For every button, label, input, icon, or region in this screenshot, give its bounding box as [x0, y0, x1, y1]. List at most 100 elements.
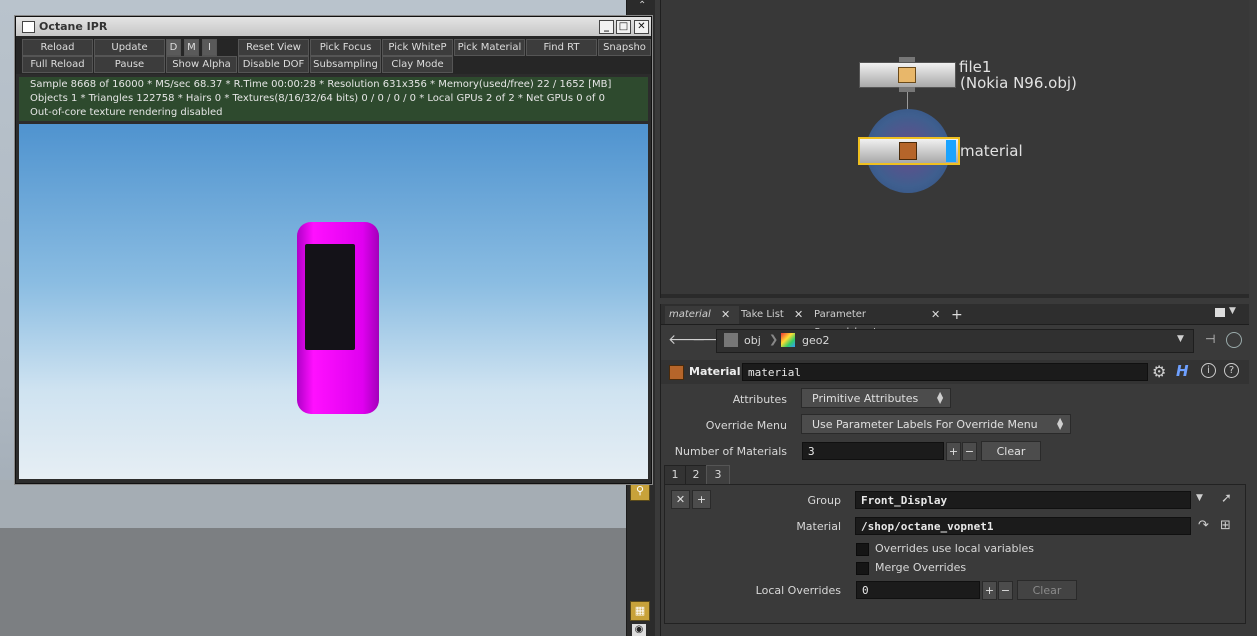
chevron-updown-icon: ▲ ▼ — [937, 390, 944, 405]
close-tab-icon[interactable]: ✕ — [721, 306, 730, 324]
close-tab-icon[interactable]: ✕ — [794, 306, 803, 324]
material-tab-2[interactable]: 2 — [685, 465, 707, 485]
tab-take-list[interactable]: Take List — [740, 306, 801, 324]
window-app-icon — [22, 21, 35, 33]
group-label: Group — [807, 494, 842, 507]
group-input[interactable]: Front_Display — [855, 491, 1191, 509]
disable-dof-button[interactable]: Disable DOF — [238, 56, 309, 73]
close-icon[interactable]: ✕ — [634, 20, 649, 34]
node-file1[interactable] — [859, 62, 956, 88]
attributes-label: Attributes — [732, 393, 787, 406]
material-path-input[interactable]: /shop/octane_vopnet1 — [855, 517, 1191, 535]
node-material[interactable] — [858, 137, 960, 165]
material-icon — [899, 142, 917, 160]
node-file1-subtitle: (Nokia N96.obj) — [960, 74, 1077, 92]
jump-to-operator-icon[interactable]: ↷ — [1198, 518, 1209, 533]
grid-layout-icon[interactable]: ▦ — [630, 601, 650, 621]
pick-whitepoint-button[interactable]: Pick WhiteP — [382, 39, 453, 56]
overrides-local-checkbox[interactable] — [856, 543, 869, 556]
reload-button[interactable]: Reload — [22, 39, 93, 56]
ipr-title-bar[interactable]: Octane IPR _ □ ✕ — [16, 17, 651, 36]
update-button[interactable]: Update — [94, 39, 165, 56]
find-rt-button[interactable]: Find RT — [526, 39, 597, 56]
render-statistics: Sample 8668 of 16000 * MS/sec 68.37 * R.… — [19, 77, 648, 121]
ipr-toolbar: Reload Update D M I Reset View Pick Focu… — [16, 36, 651, 74]
operator-chooser-icon[interactable]: ⊞ — [1220, 518, 1231, 533]
pick-material-button[interactable]: Pick Material — [454, 39, 525, 56]
pin-pane-icon[interactable]: ⊣ — [1205, 332, 1215, 346]
path-separator: ❯ — [769, 333, 779, 346]
viewport-ground — [0, 528, 626, 636]
ipr-title: Octane IPR — [39, 20, 108, 33]
add-material-button[interactable]: + — [946, 442, 961, 461]
reset-view-button[interactable]: Reset View — [238, 39, 309, 56]
pause-button[interactable]: Pause — [94, 56, 165, 73]
node-output-connector[interactable] — [899, 87, 915, 92]
path-obj[interactable]: obj — [744, 334, 761, 347]
material-tab-3[interactable]: 3 — [706, 465, 730, 485]
node-material-label: material — [960, 142, 1023, 160]
gear-icon[interactable]: ⚙ — [1152, 362, 1166, 381]
phone-screen — [305, 244, 355, 350]
material-node-icon[interactable] — [669, 365, 684, 380]
add-override-button[interactable]: + — [982, 581, 997, 600]
material-label: Material — [796, 520, 841, 533]
d-toggle-button[interactable]: D — [166, 39, 181, 56]
scroll-up-icon[interactable]: ⌃ — [638, 0, 646, 11]
show-alpha-button[interactable]: Show Alpha — [166, 56, 237, 73]
material-instance-panel: ✕ + Group Front_Display ▼ ➚ Material /sh… — [664, 484, 1246, 624]
pick-focus-button[interactable]: Pick Focus — [310, 39, 381, 56]
link-pane-icon[interactable] — [1226, 332, 1242, 348]
merge-overrides-checkbox[interactable] — [856, 562, 869, 575]
pane-splitter[interactable] — [661, 294, 1249, 298]
path-geo2[interactable]: geo2 — [802, 334, 829, 347]
rendered-phone-model — [297, 222, 379, 414]
override-menu-select[interactable]: Use Parameter Labels For Override Menu — [801, 414, 1071, 434]
help-icon[interactable]: ? — [1224, 363, 1239, 378]
clear-materials-button[interactable]: Clear — [981, 441, 1041, 461]
clear-overrides-button[interactable]: Clear — [1017, 580, 1077, 600]
eye-icon[interactable]: ◉ — [632, 624, 646, 636]
local-overrides-input[interactable]: 0 — [856, 581, 980, 599]
node-header: Material material ⚙ H i ? — [661, 360, 1249, 384]
parameter-pane: material ✕ Take List ✕ Parameter Spreads… — [660, 304, 1249, 636]
subsampling-button[interactable]: Subsampling — [310, 56, 381, 73]
status-line: Objects 1 * Triangles 122758 * Hairs 0 *… — [30, 93, 605, 104]
path-dropdown-icon[interactable]: ▼ — [1177, 334, 1184, 344]
node-input-connector[interactable] — [899, 57, 915, 62]
material-tab-1[interactable]: 1 — [664, 465, 686, 485]
node-name-input[interactable]: material — [742, 363, 1148, 381]
geo-node-icon — [781, 333, 795, 347]
maximize-icon[interactable]: □ — [616, 20, 631, 34]
folder-icon — [898, 67, 916, 83]
attributes-select[interactable]: Primitive Attributes — [801, 388, 951, 408]
status-line: Out-of-core texture rendering disabled — [30, 107, 223, 118]
add-tab-icon[interactable]: + — [951, 306, 963, 324]
path-bar[interactable]: obj ❯ geo2 ▼ — [716, 329, 1194, 353]
select-pointer-icon[interactable]: ➚ — [1221, 491, 1232, 506]
houdini-help-icon[interactable]: H — [1176, 362, 1189, 380]
full-reload-button[interactable]: Full Reload — [22, 56, 93, 73]
render-view[interactable] — [19, 124, 648, 479]
tab-parameter-spreadsheet[interactable]: Parameter Spreadsheet — [814, 306, 929, 338]
num-materials-label: Number of Materials — [674, 445, 787, 458]
pane-layout-icon[interactable] — [1215, 308, 1225, 317]
close-tab-icon[interactable]: ✕ — [931, 306, 940, 324]
pane-menu-icon[interactable]: ▼ — [1229, 306, 1236, 316]
info-icon[interactable]: i — [1201, 363, 1216, 378]
clay-mode-button[interactable]: Clay Mode — [382, 56, 453, 73]
status-line: Sample 8668 of 16000 * MS/sec 68.37 * R.… — [30, 79, 612, 90]
remove-material-button[interactable]: − — [962, 442, 977, 461]
display-flag[interactable] — [946, 140, 956, 162]
remove-override-button[interactable]: − — [998, 581, 1013, 600]
m-toggle-button[interactable]: M — [184, 39, 199, 56]
num-materials-input[interactable]: 3 — [802, 442, 944, 460]
pin-icon[interactable]: ⚲ — [630, 481, 650, 501]
i-toggle-button[interactable]: I — [202, 39, 217, 56]
minimize-icon[interactable]: _ — [599, 20, 614, 34]
network-editor[interactable]: file1 (Nokia N96.obj) material — [660, 0, 1249, 298]
overrides-local-label: Overrides use local variables — [875, 542, 1035, 555]
octane-ipr-window: Octane IPR _ □ ✕ Reload Update D M I Res… — [15, 16, 652, 484]
snapshot-button[interactable]: Snapsho — [598, 39, 651, 56]
group-dropdown-icon[interactable]: ▼ — [1196, 493, 1203, 503]
